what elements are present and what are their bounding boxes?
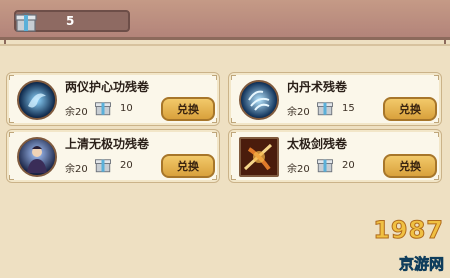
item-title: 上清无极功残卷 [65, 137, 150, 151]
sword-art-icon [239, 137, 279, 177]
watermark-text: 京游网 [398, 255, 445, 274]
item-remaining: 余20 [287, 164, 310, 175]
exchange-button[interactable]: 兑换 [161, 97, 215, 121]
item-cost: 20 [342, 160, 355, 171]
gift-box-icon [95, 159, 111, 173]
currency-count: 5 [66, 14, 75, 28]
item-title: 太极剑残卷 [287, 137, 348, 151]
exchange-card: 内丹术残卷 余20 15 兑换 [228, 72, 442, 126]
skill-orb-icon [239, 80, 279, 120]
item-remaining: 余20 [65, 164, 88, 175]
gift-box-icon [15, 12, 37, 32]
item-title: 内丹术残卷 [287, 80, 348, 94]
item-title: 两仪护心功残卷 [65, 80, 150, 94]
item-cost: 10 [120, 103, 133, 114]
exchange-card: 上清无极功残卷 余20 20 兑换 [6, 129, 220, 183]
watermark-number: 1987 [373, 216, 444, 245]
item-remaining: 余20 [287, 107, 310, 118]
item-cost: 20 [120, 160, 133, 171]
exchange-button[interactable]: 兑换 [383, 97, 437, 121]
skill-orb-icon [17, 80, 57, 120]
exchange-card: 两仪护心功残卷 余20 10 兑换 [6, 72, 220, 126]
gift-box-icon [95, 102, 111, 116]
currency-counter: 5 [14, 10, 130, 32]
site-watermark-logo: 1987 京游网 [324, 216, 445, 274]
exchange-list: 两仪护心功残卷 余20 10 兑换 内丹术残卷 余20 15 兑换 上清无极功残… [0, 44, 450, 278]
exchange-card: 太极剑残卷 余20 20 兑换 [228, 129, 442, 183]
item-remaining: 余20 [65, 107, 88, 118]
warrior-portrait-icon [17, 137, 57, 177]
gift-box-icon [317, 102, 333, 116]
exchange-button[interactable]: 兑换 [161, 154, 215, 178]
top-bar: 5 [0, 0, 450, 46]
gift-box-icon [317, 159, 333, 173]
exchange-button[interactable]: 兑换 [383, 154, 437, 178]
item-cost: 15 [342, 103, 355, 114]
